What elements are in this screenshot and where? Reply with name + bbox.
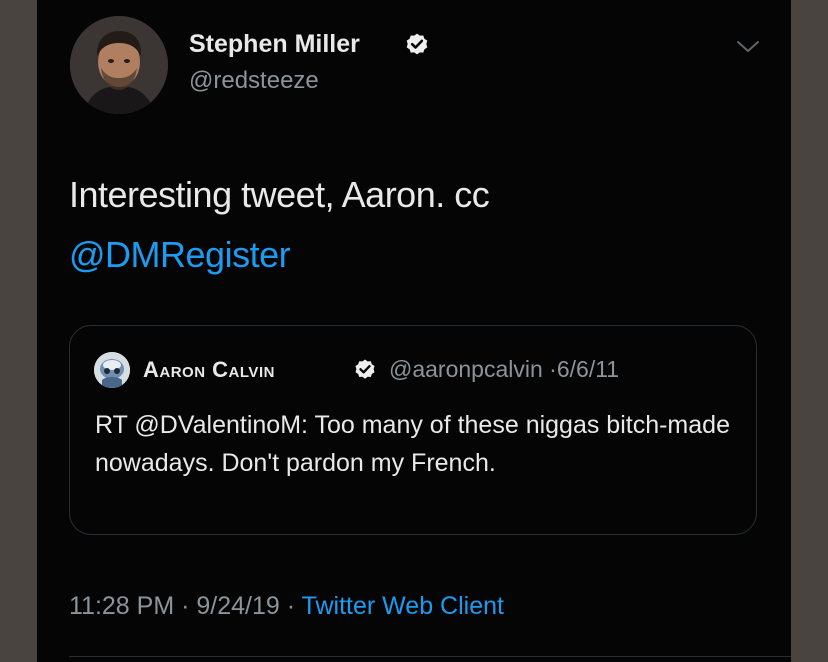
quoted-meta: @aaronpcalvin ·6/6/11 <box>389 356 619 383</box>
chevron-down-icon[interactable] <box>735 38 761 56</box>
author-avatar-image <box>70 16 168 114</box>
divider <box>69 656 791 657</box>
author-name[interactable]: Stephen Miller <box>189 30 360 59</box>
tweet-footer: 11:28 PM · 9/24/19 · Twitter Web Client <box>69 592 504 621</box>
footer-separator: · <box>181 592 190 620</box>
verified-badge-icon <box>406 33 428 55</box>
tweet-body-text: Interesting tweet, Aaron. cc <box>69 174 490 215</box>
tweet-time[interactable]: 11:28 PM <box>69 592 174 620</box>
footer-separator: · <box>286 592 296 620</box>
tweet-text: Interesting tweet, Aaron. cc @DMRegister <box>69 165 759 285</box>
quoted-author-handle[interactable]: @aaronpcalvin <box>389 356 543 382</box>
verified-badge-icon <box>355 359 375 379</box>
meta-separator: · <box>549 356 557 382</box>
quoted-avatar-image <box>94 352 130 388</box>
quoted-date[interactable]: 6/6/11 <box>557 356 619 382</box>
tweet-screen: Stephen Miller @redsteeze Interesting tw… <box>37 0 791 662</box>
mention-link[interactable]: @DMRegister <box>69 234 291 275</box>
quoted-author-avatar[interactable] <box>94 352 130 388</box>
tweet-date[interactable]: 9/24/19 <box>196 592 279 620</box>
quoted-author-name[interactable]: Aaron Calvin <box>143 357 275 383</box>
author-avatar[interactable] <box>70 16 168 114</box>
quoted-tweet-text: RT @DValentinoM: Too many of these nigga… <box>95 411 730 477</box>
client-link[interactable]: Twitter Web Client <box>302 592 504 620</box>
quoted-tweet-card[interactable]: Aaron Calvin @aaronpcalvin ·6/6/11 RT @D… <box>69 325 757 535</box>
author-handle[interactable]: @redsteeze <box>189 67 319 95</box>
